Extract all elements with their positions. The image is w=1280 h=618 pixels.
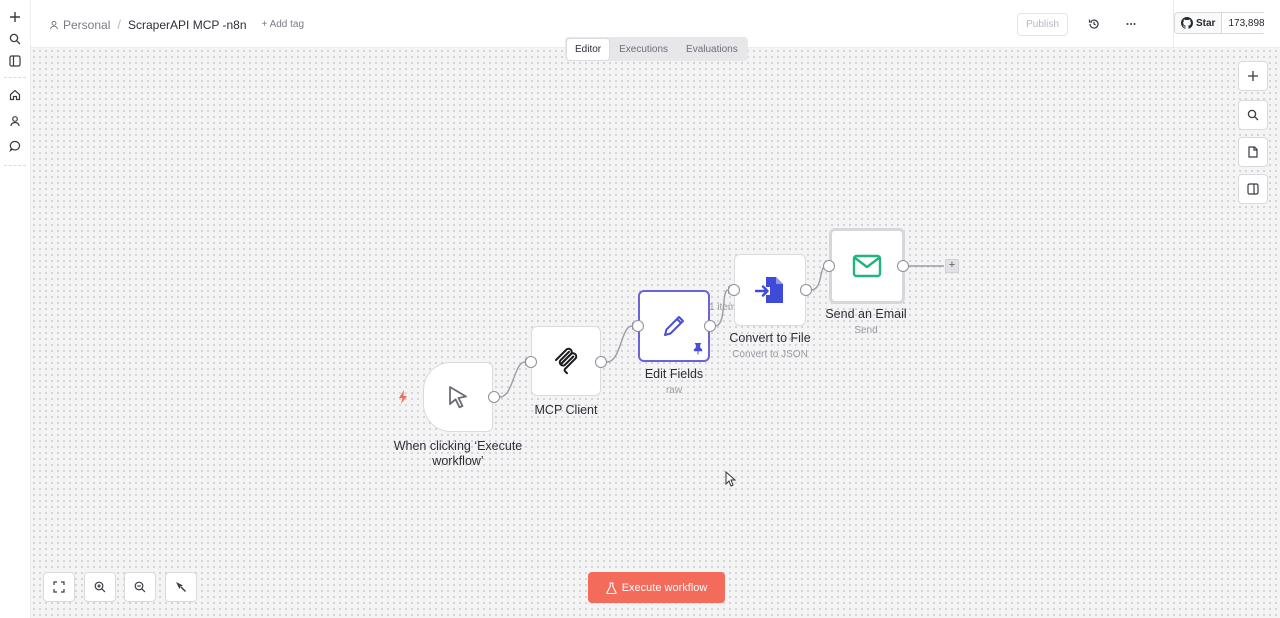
node-label-mcp-client: MCP Client (534, 403, 598, 417)
wand-icon (176, 582, 186, 592)
trigger-label-line2: workflow’ (432, 454, 484, 468)
node-subtitle-edit-fields: raw (665, 385, 683, 396)
node-subtitle-send-email: Send (854, 325, 878, 336)
history-icon[interactable] (1085, 15, 1103, 33)
output-handle[interactable] (800, 284, 812, 296)
zoom-in-icon (94, 581, 106, 593)
cursor-icon (449, 386, 467, 409)
input-handle[interactable] (728, 284, 740, 296)
execute-workflow-button[interactable]: Execute workflow (588, 572, 725, 603)
mcp-icon (555, 347, 578, 375)
fullscreen-icon (53, 581, 65, 593)
search-nodes-button[interactable] (1238, 100, 1268, 130)
add-tag-button[interactable]: + Add tag (262, 19, 305, 30)
output-handle[interactable] (897, 260, 909, 272)
node-manual-trigger[interactable] (423, 362, 493, 432)
sidebar-toggle-icon[interactable] (6, 52, 24, 70)
github-star-button[interactable]: Star (1175, 13, 1223, 33)
connection-trigger-mcp (499, 361, 526, 398)
publish-button[interactable]: Publish (1017, 13, 1068, 36)
github-star-widget[interactable]: Star 173,898 (1174, 12, 1271, 34)
plus-icon (1248, 71, 1258, 81)
node-edit-fields[interactable] (638, 290, 710, 362)
sticky-note-button[interactable] (1238, 137, 1268, 167)
zoom-in-button[interactable] (84, 572, 116, 602)
panel-toggle-button[interactable] (1238, 174, 1268, 204)
pencil-icon (664, 316, 684, 336)
tab-editor[interactable]: Editor (567, 38, 610, 60)
node-label: When clicking ‘Execute workflow’ (381, 439, 535, 469)
connection-mcp-editfields (606, 325, 633, 363)
zoom-out-button[interactable] (124, 572, 156, 602)
tidy-up-button[interactable] (165, 572, 197, 602)
user-icon (50, 20, 58, 29)
execute-workflow-label: Execute workflow (621, 581, 708, 594)
add-node-button[interactable] (1238, 61, 1268, 91)
trigger-label-line1: When clicking ‘Execute (393, 439, 523, 453)
node-send-email[interactable] (829, 228, 905, 304)
mouse-cursor-icon (725, 471, 737, 487)
github-star-count[interactable]: 173,898 (1222, 13, 1271, 33)
rail-divider (4, 77, 26, 78)
output-handle[interactable] (488, 391, 500, 403)
node-mcp-client[interactable] (531, 326, 601, 396)
breadcrumb-personal[interactable]: Personal (49, 18, 110, 32)
input-handle[interactable] (823, 260, 835, 272)
user-icon[interactable] (6, 112, 24, 130)
github-star-label: Star (1196, 17, 1216, 29)
search-icon (1247, 109, 1259, 121)
home-icon[interactable] (6, 86, 24, 104)
chat-icon[interactable] (6, 137, 24, 155)
fit-view-button[interactable] (43, 572, 75, 602)
workflow-canvas[interactable]: When clicking ‘Execute workflow’ MCP Cli… (31, 48, 1280, 618)
input-handle[interactable] (525, 356, 537, 368)
lightning-bolt-icon (399, 390, 407, 404)
note-icon (1248, 146, 1258, 158)
mail-icon (852, 254, 882, 278)
left-sidebar (0, 0, 31, 618)
node-label-send-email: Send an Email (825, 307, 907, 321)
file-import-icon (754, 277, 783, 303)
more-options-icon[interactable] (1122, 15, 1140, 33)
tab-evaluations[interactable]: Evaluations (678, 39, 746, 60)
node-label-edit-fields: Edit Fields (644, 367, 704, 381)
breadcrumb: Personal / ScraperAPI MCP -n8n + Add tag (49, 17, 304, 32)
panel-icon (1247, 183, 1259, 195)
tab-executions[interactable]: Executions (611, 39, 676, 60)
pin-icon (693, 343, 703, 355)
connection-items-label: 1 item (709, 302, 737, 313)
github-icon (1181, 17, 1193, 29)
input-handle[interactable] (632, 320, 644, 332)
output-handle[interactable] (595, 356, 607, 368)
add-icon[interactable] (6, 8, 24, 26)
zoom-out-icon (134, 581, 146, 593)
workflow-title[interactable]: ScraperAPI MCP -n8n (128, 18, 247, 32)
breadcrumb-separator: / (117, 17, 121, 32)
breadcrumb-personal-label: Personal (63, 17, 111, 32)
view-tabs: Editor Executions Evaluations (565, 37, 748, 61)
node-convert-to-file[interactable] (734, 254, 806, 326)
search-icon[interactable] (6, 30, 24, 48)
rail-divider (4, 165, 26, 166)
flask-icon (606, 581, 617, 594)
add-node-plus-icon[interactable]: + (945, 259, 959, 273)
node-subtitle-convert-to-file: Convert to JSON (732, 349, 808, 360)
